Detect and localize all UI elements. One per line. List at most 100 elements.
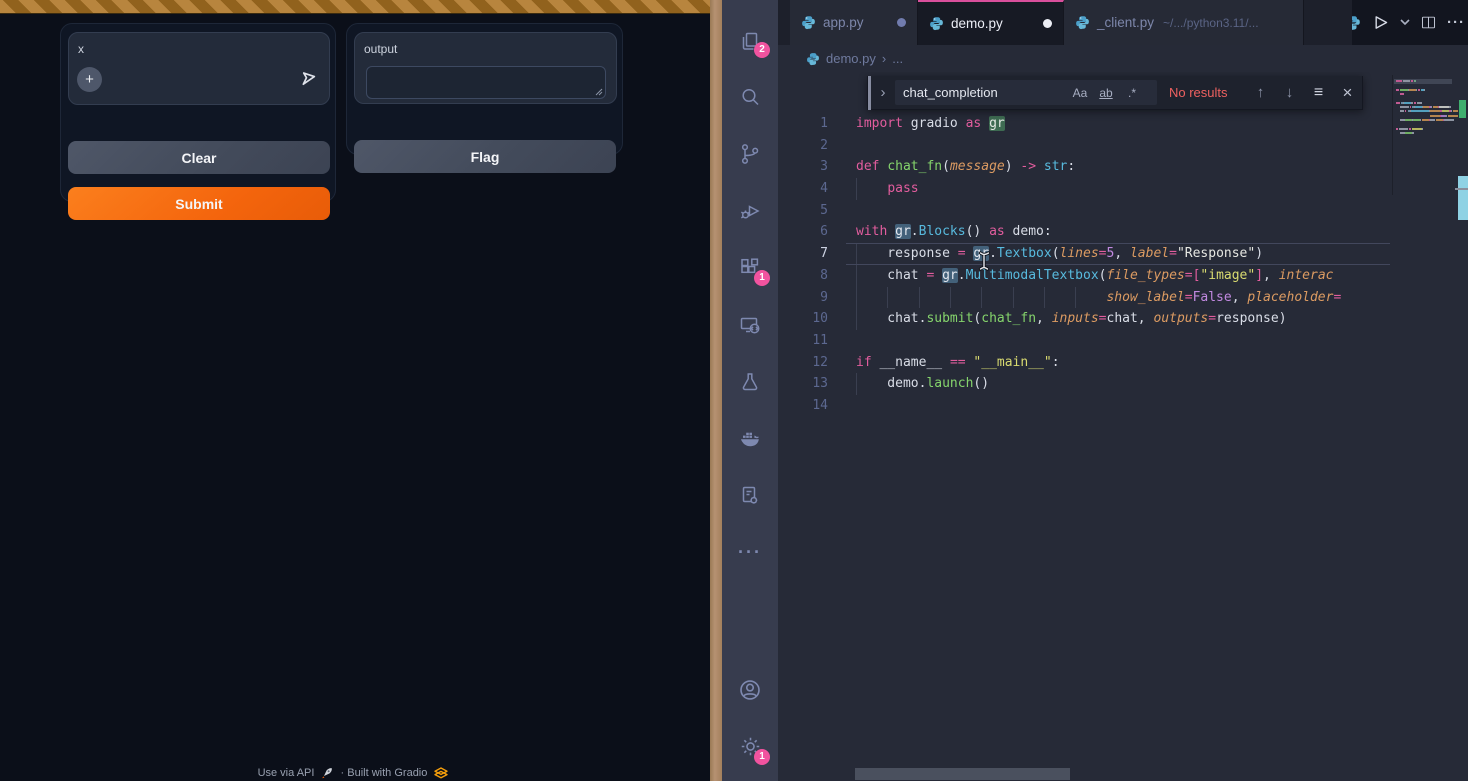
submit-button[interactable]: Submit <box>68 187 330 220</box>
input-label: x <box>78 42 84 56</box>
modified-dot-icon[interactable] <box>897 18 906 27</box>
find-previous-button[interactable]: ↑ <box>1246 84 1275 101</box>
minimap[interactable] <box>1392 75 1458 195</box>
line-number: 14 <box>778 395 828 417</box>
split-editor-button[interactable] <box>1420 14 1437 31</box>
sidebar-item-task-explorer[interactable] <box>722 467 778 524</box>
tabbar-empty-space <box>1304 0 1352 45</box>
sidebar-item-testing[interactable] <box>722 353 778 410</box>
use-via-api-link[interactable]: Use via API <box>258 767 315 779</box>
loading-stripe-bar <box>0 0 710 14</box>
code-line[interactable]: 2 <box>778 135 1390 157</box>
find-query-input[interactable] <box>895 85 1067 100</box>
sidebar-item-extensions[interactable]: 1 <box>722 239 778 296</box>
editor-actions: ··· <box>1352 0 1468 45</box>
sidebar-item-remote-explorer[interactable] <box>722 296 778 353</box>
find-expand-chevron-icon[interactable]: › <box>871 84 895 101</box>
activity-bar: 2 <box>722 0 778 781</box>
find-input-box[interactable]: Aa ab .* <box>895 80 1157 105</box>
indent-guide <box>981 287 982 309</box>
tab-client-py[interactable]: _client.py ~/.../python3.11/... <box>1064 0 1304 45</box>
more-actions-button[interactable]: ··· <box>1447 14 1465 31</box>
horizontal-scrollbar[interactable] <box>855 768 1070 780</box>
flag-button[interactable]: Flag <box>354 140 616 173</box>
explorer-badge: 2 <box>754 42 770 58</box>
overview-selection-mark <box>1459 100 1466 118</box>
python-icon <box>806 52 820 66</box>
breadcrumb-file[interactable]: demo.py <box>826 51 876 66</box>
indent-guide <box>950 287 951 309</box>
indent-guide <box>887 287 888 309</box>
sidebar-item-source-control[interactable] <box>722 125 778 182</box>
overview-currentline-mark <box>1455 188 1468 190</box>
settings-badge: 1 <box>754 749 770 765</box>
resize-handle-icon[interactable] <box>594 87 603 96</box>
code-line[interactable]: 11 <box>778 330 1390 352</box>
python-run-icon[interactable] <box>1352 15 1361 31</box>
sidebar-item-run-debug[interactable] <box>722 182 778 239</box>
breadcrumb-tail[interactable]: ... <box>892 51 903 66</box>
code-line[interactable]: 14 <box>778 395 1390 417</box>
code-line[interactable]: 12if __name__ == "__main__": <box>778 352 1390 374</box>
attach-file-button[interactable]: + <box>77 67 102 92</box>
sidebar-item-settings[interactable]: 1 <box>722 718 778 775</box>
line-number: 3 <box>778 156 828 178</box>
line-number: 7 <box>778 243 828 265</box>
find-close-button[interactable]: × <box>1333 83 1362 103</box>
send-button[interactable] <box>295 66 321 92</box>
breadcrumb[interactable]: demo.py › ... <box>778 45 1468 72</box>
tab-app-py[interactable]: app.py <box>790 0 918 45</box>
tab-demo-py[interactable]: demo.py <box>918 0 1064 45</box>
sidebar-item-more[interactable]: ··· <box>722 524 778 581</box>
code-line[interactable]: 13 demo.launch() <box>778 373 1390 395</box>
window-divider-strip[interactable] <box>710 0 722 781</box>
clear-button[interactable]: Clear <box>68 141 330 174</box>
sidebar-item-account[interactable] <box>722 661 778 718</box>
built-with-gradio-link[interactable]: Built with Gradio <box>347 767 427 779</box>
code-line[interactable]: 5 <box>778 200 1390 222</box>
rocket-icon <box>321 767 333 779</box>
whole-word-toggle[interactable]: ab <box>1093 86 1119 100</box>
output-block: output <box>354 32 617 104</box>
sidebar-item-explorer[interactable]: 2 <box>722 16 778 68</box>
output-textarea[interactable] <box>366 66 606 99</box>
find-results-status: No results <box>1169 85 1228 100</box>
code-line[interactable]: 4 pass <box>778 178 1390 200</box>
overview-ruler[interactable] <box>1458 72 1468 781</box>
code-line[interactable]: 3def chat_fn(message) -> str: <box>778 156 1390 178</box>
modified-dot-icon[interactable] <box>1043 19 1052 28</box>
code-line[interactable]: 9 show_label=False, placeholder= <box>778 287 1390 309</box>
output-label: output <box>364 42 397 56</box>
extensions-badge: 1 <box>754 270 770 286</box>
code-line[interactable]: 1import gradio as gr <box>778 113 1390 135</box>
gradio-output-column: output Flag <box>346 23 623 155</box>
sidebar-item-search[interactable] <box>722 68 778 125</box>
code-line[interactable]: 10 chat.submit(chat_fn, inputs=chat, out… <box>778 308 1390 330</box>
breadcrumb-separator: › <box>882 51 886 66</box>
indent-guide <box>856 287 857 309</box>
find-in-selection-button[interactable]: ≡ <box>1304 84 1333 102</box>
indent-guide <box>856 373 857 395</box>
indent-guide <box>856 178 857 200</box>
code-line[interactable]: 6with gr.Blocks() as demo: <box>778 221 1390 243</box>
find-next-button[interactable]: ↓ <box>1275 84 1304 101</box>
code-lines: 1import gradio as gr23def chat_fn(messag… <box>778 113 1390 781</box>
search-icon <box>738 85 762 109</box>
line-number: 10 <box>778 308 828 330</box>
code-line[interactable]: 8 chat = gr.MultimodalTextbox(file_types… <box>778 265 1390 287</box>
line-number: 4 <box>778 178 828 200</box>
run-dropdown-chevron-icon[interactable] <box>1400 19 1410 26</box>
python-icon <box>1075 15 1090 30</box>
line-number: 5 <box>778 200 828 222</box>
code-editor[interactable]: 1import gradio as gr23def chat_fn(messag… <box>778 72 1468 781</box>
file-gear-icon <box>738 484 762 508</box>
run-button[interactable] <box>1371 13 1390 32</box>
multimodal-input-block[interactable]: x + <box>68 32 330 105</box>
gradio-footer: Use via API · Built with Gradio <box>0 767 710 779</box>
code-line[interactable]: 7 response = gr.Textbox(lines=5, label="… <box>778 243 1390 265</box>
regex-toggle[interactable]: .* <box>1119 86 1145 100</box>
line-number: 8 <box>778 265 828 287</box>
sidebar-item-docker[interactable] <box>722 410 778 467</box>
match-case-toggle[interactable]: Aa <box>1067 86 1093 100</box>
vscode-window: 2 <box>722 0 1468 781</box>
